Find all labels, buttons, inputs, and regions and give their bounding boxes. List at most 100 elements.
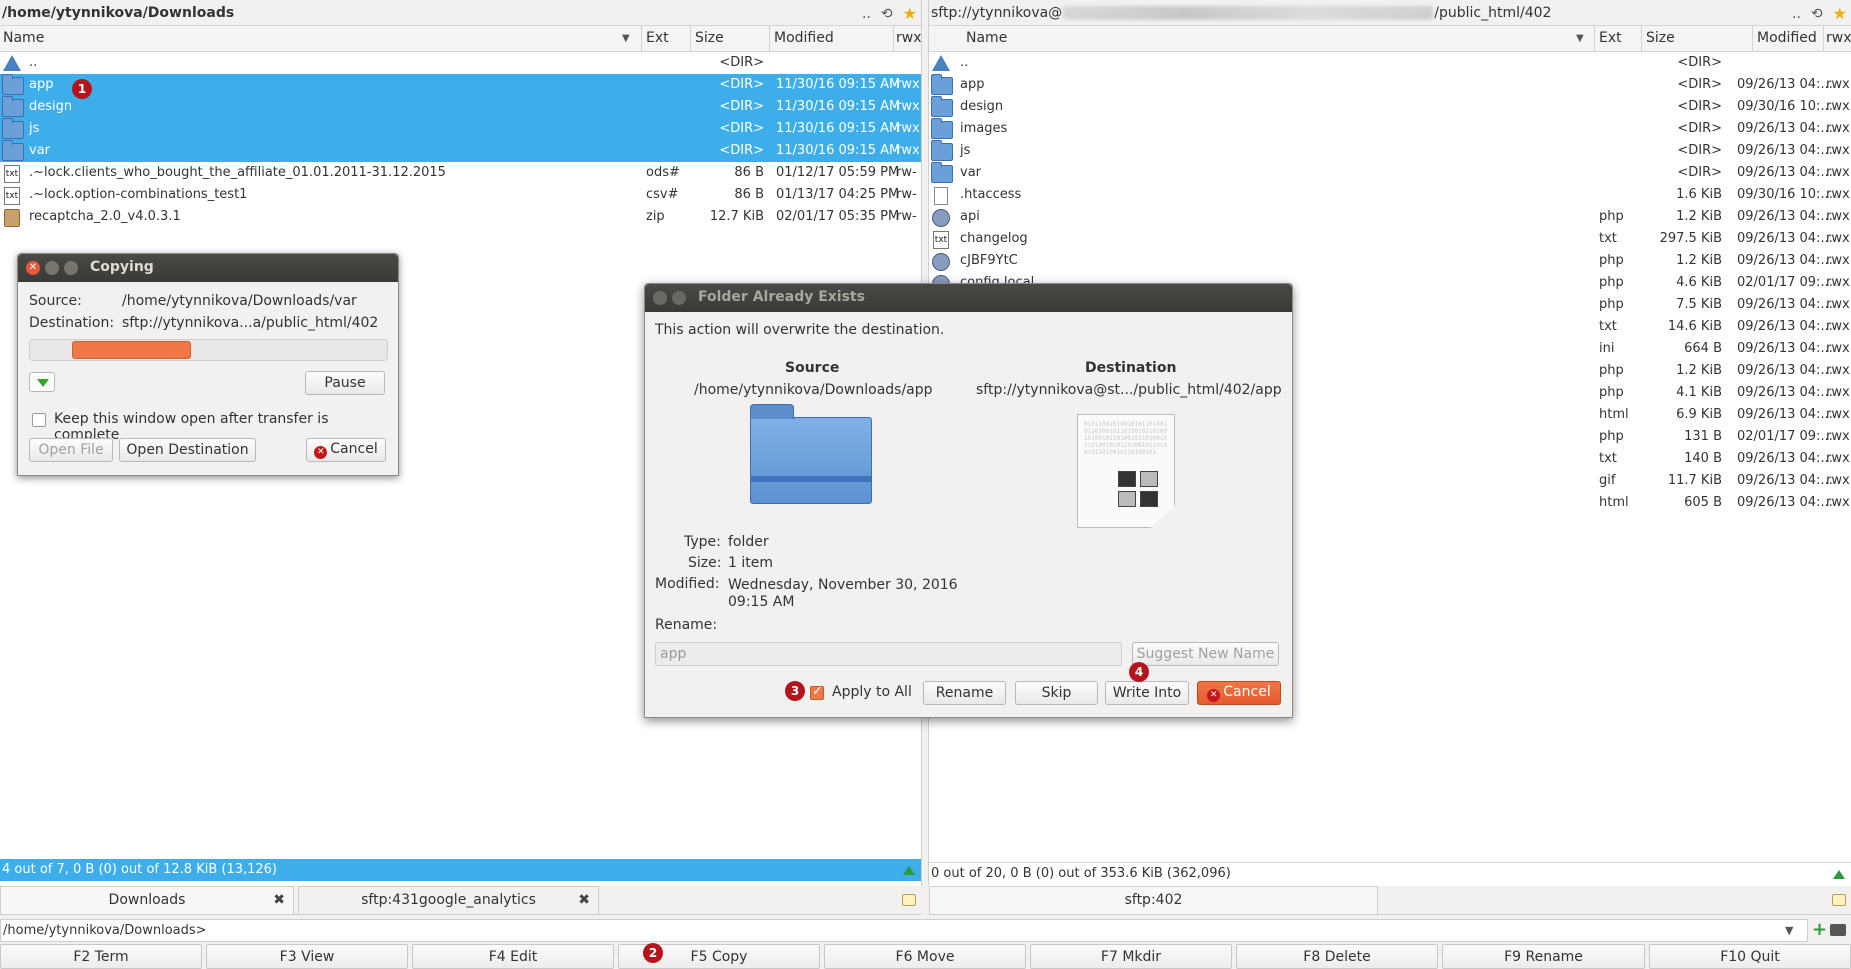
- keep-open-checkbox[interactable]: [32, 413, 46, 427]
- file-row[interactable]: .. <DIR>: [929, 52, 1851, 74]
- col-rwx[interactable]: rwx: [1826, 30, 1851, 46]
- f3-view-button[interactable]: F3 View: [206, 944, 408, 969]
- cell-name: ..: [29, 55, 38, 70]
- cell-rwx: rwx: [1826, 187, 1850, 202]
- file-row[interactable]: recaptcha_2.0_v4.0.3.1 zip 12.7 KiB 02/01/1…: [0, 206, 921, 228]
- close-icon[interactable]: ✕: [26, 261, 40, 275]
- file-row[interactable]: js <DIR> 11/30/16 09:15 AM rwx: [0, 118, 921, 140]
- sort-down-icon: ▼: [622, 33, 630, 44]
- cell-modified: 09/26/13 04:...: [1737, 451, 1833, 466]
- col-size[interactable]: Size: [1646, 30, 1675, 46]
- file-row[interactable]: .htaccess 1.6 KiB 09/30/16 10:... rwx: [929, 184, 1851, 206]
- suggest-name-button[interactable]: Suggest New Name: [1132, 642, 1279, 666]
- f6-move-button[interactable]: F6 Move: [824, 944, 1026, 969]
- col-ext[interactable]: Ext: [1599, 30, 1622, 46]
- minimize-icon[interactable]: [672, 291, 686, 305]
- f9-rename-button[interactable]: F9 Rename: [1442, 944, 1645, 969]
- cell-modified: 09/26/13 04:...: [1737, 363, 1833, 378]
- file-row[interactable]: txt .~lock.option-combinations_test1 csv# 8…: [0, 184, 921, 206]
- file-row[interactable]: .. <DIR>: [0, 52, 921, 74]
- up-arrow-icon[interactable]: [903, 866, 915, 875]
- cell-ext: php: [1599, 429, 1624, 444]
- cell-size: 131 B: [1684, 429, 1722, 444]
- f2-term-button[interactable]: F2 Term: [0, 944, 202, 969]
- cell-ext: php: [1599, 253, 1624, 268]
- file-row[interactable]: images <DIR> 09/26/13 04:... rwx: [929, 118, 1851, 140]
- plus-icon[interactable]: +: [1812, 919, 1827, 940]
- modified-value-time: 09:15 AM: [728, 594, 795, 610]
- exists-cancel-button[interactable]: ✕ Cancel: [1197, 681, 1281, 705]
- new-tab-icon[interactable]: [1832, 894, 1846, 906]
- expand-details-icon[interactable]: [29, 372, 55, 392]
- modified-value-date: Wednesday, November 30, 2016: [728, 577, 958, 593]
- cell-rwx: rwx: [896, 143, 920, 158]
- parent-dir-button[interactable]: ..: [862, 6, 871, 22]
- apply-to-all-checkbox[interactable]: [810, 684, 824, 700]
- minimize-icon[interactable]: [45, 261, 59, 275]
- chevron-down-icon[interactable]: ▼: [1785, 924, 1793, 937]
- history-icon[interactable]: ⟲: [881, 6, 893, 22]
- rename-button[interactable]: Rename: [923, 681, 1006, 705]
- command-input[interactable]: [0, 919, 1808, 942]
- left-path[interactable]: /home/ytynnikova/Downloads: [2, 5, 234, 21]
- cell-rwx: rwx: [1826, 77, 1850, 92]
- col-ext[interactable]: Ext: [646, 30, 669, 46]
- terminal-icon[interactable]: [1830, 924, 1846, 936]
- text-file-icon: txt: [4, 165, 20, 183]
- skip-button[interactable]: Skip: [1015, 681, 1098, 705]
- file-row[interactable]: design <DIR> 11/30/16 09:15 AM rwx: [0, 96, 921, 118]
- maximize-icon[interactable]: [64, 261, 78, 275]
- new-tab-icon[interactable]: [902, 894, 916, 906]
- file-row[interactable]: js <DIR> 09/26/13 04:... rwx: [929, 140, 1851, 162]
- close-icon[interactable]: ✖: [273, 887, 285, 914]
- file-row[interactable]: var <DIR> 09/26/13 04:... rwx: [929, 162, 1851, 184]
- copy-cancel-button[interactable]: ✕ Cancel: [306, 438, 386, 462]
- file-row[interactable]: txt .~lock.clients_who_bought_the_affilia…: [0, 162, 921, 184]
- cell-size: 6.9 KiB: [1676, 407, 1722, 422]
- close-icon[interactable]: [653, 291, 667, 305]
- f7-mkdir-button[interactable]: F7 Mkdir: [1030, 944, 1232, 969]
- f4-edit-button[interactable]: F4 Edit: [412, 944, 614, 969]
- file-row[interactable]: cJBF9YtC php 1.2 KiB 09/26/13 04:... rwx: [929, 250, 1851, 272]
- rename-input[interactable]: [655, 642, 1122, 666]
- up-arrow-icon[interactable]: [1833, 870, 1845, 879]
- bookmark-star-icon[interactable]: ★: [1833, 4, 1847, 23]
- parent-dir-button[interactable]: ..: [1792, 6, 1801, 22]
- cell-ext: php: [1599, 297, 1624, 312]
- file-row[interactable]: txt changelog txt 297.5 KiB 09/26/13 04:... r…: [929, 228, 1851, 250]
- col-modified[interactable]: Modified: [1757, 30, 1817, 46]
- write-into-button[interactable]: Write Into: [1105, 681, 1189, 705]
- open-file-button[interactable]: Open File: [29, 438, 113, 462]
- bookmark-star-icon[interactable]: ★: [903, 4, 917, 23]
- file-row[interactable]: api php 1.2 KiB 09/26/13 04:... rwx: [929, 206, 1851, 228]
- tab-downloads[interactable]: Downloads ✖: [0, 886, 294, 914]
- apply-to-all-label[interactable]: Apply to All: [832, 684, 912, 700]
- cell-size: <DIR>: [1677, 165, 1722, 180]
- cell-ext: php: [1599, 385, 1624, 400]
- cell-name: images: [960, 121, 1008, 136]
- file-row[interactable]: app <DIR> 09/26/13 04:... rwx: [929, 74, 1851, 96]
- exists-titlebar: Folder Already Exists: [645, 284, 1292, 312]
- col-rwx[interactable]: rwx: [896, 30, 921, 46]
- up-arrow-icon: [932, 55, 950, 71]
- tab-sftp-402[interactable]: sftp:402: [929, 886, 1378, 914]
- col-name[interactable]: Name: [3, 30, 44, 46]
- col-size[interactable]: Size: [695, 30, 724, 46]
- col-modified[interactable]: Modified: [774, 30, 834, 46]
- f10-quit-button[interactable]: F10 Quit: [1649, 944, 1851, 969]
- close-icon[interactable]: ✖: [578, 887, 590, 914]
- pause-button[interactable]: Pause: [305, 371, 385, 395]
- col-name[interactable]: Name: [966, 30, 1007, 46]
- file-row[interactable]: app <DIR> 11/30/16 09:15 AM rwx: [0, 74, 921, 96]
- open-destination-button[interactable]: Open Destination: [119, 438, 256, 462]
- f8-delete-button[interactable]: F8 Delete: [1236, 944, 1438, 969]
- right-path[interactable]: sftp://ytynnikova@ /public_html/402: [931, 5, 1551, 21]
- tab-sftp-analytics[interactable]: sftp:431google_analytics ✖: [298, 886, 599, 914]
- cell-size: <DIR>: [719, 143, 764, 158]
- file-row[interactable]: design <DIR> 09/30/16 10:... rwx: [929, 96, 1851, 118]
- file-row[interactable]: var <DIR> 11/30/16 09:15 AM rwx: [0, 140, 921, 162]
- cell-size: 4.1 KiB: [1676, 385, 1722, 400]
- history-icon[interactable]: ⟲: [1811, 6, 1823, 22]
- function-key-bar: F2 Term F3 View F4 Edit F5 Copy F6 Move …: [0, 944, 1851, 969]
- cell-rwx: rw-: [896, 209, 917, 224]
